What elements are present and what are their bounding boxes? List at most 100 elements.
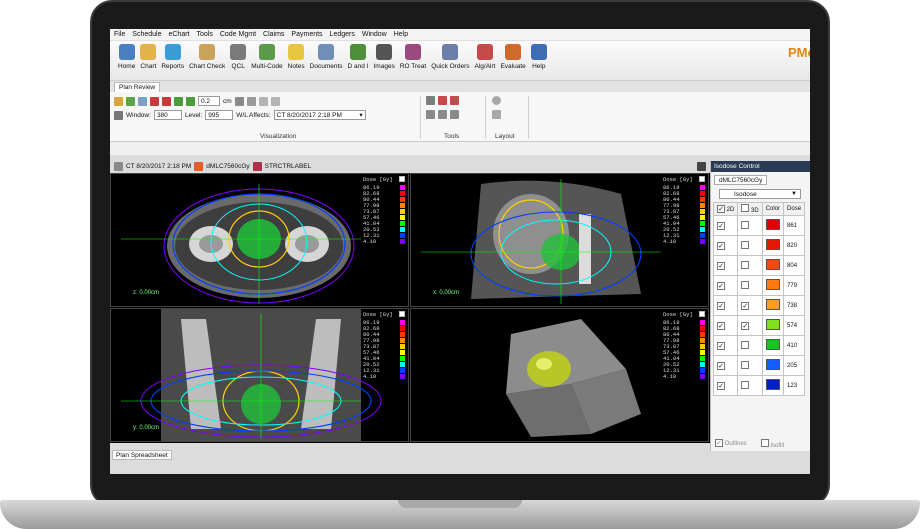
row-dose-value[interactable]: 410 (783, 335, 806, 356)
row-2d-checkbox[interactable]: ✓ (717, 321, 725, 330)
row-color-swatch[interactable] (765, 239, 780, 250)
layout-grid-icon[interactable] (492, 110, 501, 119)
menu-claims[interactable]: Claims (263, 31, 284, 38)
row-dose-value[interactable]: 738 (783, 295, 806, 316)
row-2d-checkbox[interactable]: ✓ (717, 301, 725, 310)
annotate-icon[interactable] (438, 96, 447, 105)
coronal-view-pane[interactable]: Dose [Gy] 86.19 82.68 80.44 77.98 73.87 … (110, 308, 409, 442)
row-color-swatch[interactable] (765, 259, 780, 270)
alg-alrt-button[interactable]: Alg/Alrt (475, 44, 495, 70)
chart-icon[interactable] (438, 110, 447, 119)
row-color-swatch[interactable] (765, 279, 780, 290)
row-color-swatch[interactable] (765, 319, 780, 330)
row-color-swatch[interactable] (765, 219, 780, 230)
row-3d-checkbox[interactable] (741, 260, 750, 269)
menu-echart[interactable]: eChart (168, 31, 189, 38)
row-3d-checkbox[interactable] (741, 220, 750, 229)
viewer-options-icon[interactable] (697, 161, 706, 171)
structure-layer-label[interactable]: STRCTRLABEL (265, 163, 312, 170)
outlines-option[interactable]: ✓ Outlines (715, 439, 747, 449)
row-dose-value[interactable]: 861 (783, 215, 806, 236)
crosshair-icon[interactable] (234, 96, 244, 106)
row-3d-checkbox[interactable]: ✓ (741, 301, 750, 310)
ro-treat-button[interactable]: RO Treat (400, 44, 426, 70)
row-color-swatch[interactable] (765, 339, 780, 350)
menu-payments[interactable]: Payments (291, 31, 322, 38)
tab-plan-spreadsheet[interactable]: Plan Spreadsheet (112, 450, 172, 460)
row-dose-value[interactable]: 820 (783, 235, 806, 256)
row-3d-checkbox[interactable] (741, 240, 750, 249)
row-2d-checkbox[interactable]: ✓ (717, 281, 725, 290)
menu-ledgers[interactable]: Ledgers (330, 31, 355, 38)
select-all-3d-checkbox[interactable] (741, 204, 750, 212)
sagittal-view-pane[interactable]: Dose [Gy] 86.19 82.68 80.44 77.98 73.87 … (410, 173, 709, 307)
dose-layer-label[interactable]: dMLC7560cGy (206, 163, 249, 170)
chart-check-button[interactable]: Chart Check (189, 44, 225, 70)
row-color-swatch[interactable] (765, 299, 780, 310)
legend-toggle-checkbox[interactable] (399, 311, 405, 317)
multi-code-button[interactable]: Multi-Code (251, 44, 283, 70)
notes-button[interactable]: Notes (288, 44, 305, 70)
zoom-step-input[interactable]: 0.2 (198, 96, 220, 106)
contrast-icon[interactable] (246, 96, 256, 106)
qcl-button[interactable]: QCL (230, 44, 247, 70)
layout-split-icon[interactable] (186, 96, 195, 106)
redo-icon[interactable] (162, 96, 171, 106)
measure-icon[interactable] (426, 96, 435, 105)
row-2d-checkbox[interactable]: ✓ (717, 361, 725, 370)
table-icon[interactable] (426, 110, 435, 119)
legend-toggle-checkbox[interactable] (699, 311, 705, 317)
cursor-mode-icon[interactable] (114, 110, 123, 120)
select-all-2d-checkbox[interactable]: ✓ (717, 205, 725, 213)
axial-view-pane[interactable]: Dose [Gy] 86.19 82.68 80.44 77.98 73.87 … (110, 173, 409, 307)
row-2d-checkbox[interactable]: ✓ (717, 241, 725, 250)
hand-tool-icon[interactable] (114, 96, 123, 106)
reports-button[interactable]: Reports (161, 44, 184, 70)
move-icon[interactable] (450, 96, 459, 105)
row-3d-checkbox[interactable] (741, 340, 750, 349)
row-3d-checkbox[interactable] (741, 360, 750, 369)
menu-tools[interactable]: Tools (197, 31, 213, 38)
row-color-swatch[interactable] (765, 379, 780, 390)
help-button[interactable]: Help (530, 44, 547, 70)
row-3d-checkbox[interactable]: ✓ (741, 321, 750, 330)
print-icon[interactable] (450, 110, 459, 119)
row-dose-value[interactable]: 779 (783, 275, 806, 296)
images-button[interactable]: Images (374, 44, 395, 70)
grid-view-icon[interactable] (258, 96, 268, 106)
level-input[interactable]: 995 (205, 110, 234, 120)
magnify-icon[interactable] (138, 96, 147, 106)
row-2d-checkbox[interactable]: ✓ (717, 261, 725, 270)
zoom-tool-icon[interactable] (126, 96, 135, 106)
row-2d-checkbox[interactable]: ✓ (717, 381, 725, 390)
row-dose-value[interactable]: 574 (783, 315, 806, 336)
menu-code-mgmt[interactable]: Code Mgmt (220, 31, 256, 38)
menu-file[interactable]: File (114, 31, 125, 38)
chart-button[interactable]: Chart (140, 44, 157, 70)
wl-affects-select[interactable]: CT 8/20/2017 2:18 PM ▾ (273, 110, 366, 120)
row-dose-value[interactable]: 123 (783, 375, 806, 396)
row-color-swatch[interactable] (765, 359, 780, 370)
row-2d-checkbox[interactable]: ✓ (717, 341, 725, 350)
isofill-checkbox[interactable] (760, 439, 769, 447)
home-button[interactable]: Home (118, 44, 135, 70)
d-and-i-button[interactable]: D and I (348, 44, 369, 70)
layout-circle-icon[interactable] (492, 96, 501, 105)
row-dose-value[interactable]: 205 (783, 355, 806, 376)
legend-toggle-checkbox[interactable] (399, 176, 405, 182)
menu-help[interactable]: Help (394, 31, 408, 38)
row-3d-checkbox[interactable] (741, 280, 750, 289)
window-input[interactable]: 380 (153, 110, 182, 120)
legend-toggle-checkbox[interactable] (699, 176, 705, 182)
documents-button[interactable]: Documents (310, 44, 343, 70)
isodose-dose-tab[interactable]: dMLC7560cGy (714, 175, 768, 185)
row-3d-checkbox[interactable] (741, 380, 750, 389)
isodose-mode-select[interactable]: Isodose ▼ (719, 189, 801, 199)
evaluate-button[interactable]: Evaluate (500, 44, 526, 70)
layout-green-icon[interactable] (174, 96, 183, 106)
row-2d-checkbox[interactable]: ✓ (717, 221, 725, 230)
quick-orders-button[interactable]: Quick Orders (431, 44, 470, 70)
3d-view-pane[interactable]: Dose [Gy] 86.19 82.68 80.44 77.98 73.87 … (410, 308, 709, 442)
undo-icon[interactable] (150, 96, 159, 106)
isofill-option[interactable]: Isofill (760, 439, 784, 449)
